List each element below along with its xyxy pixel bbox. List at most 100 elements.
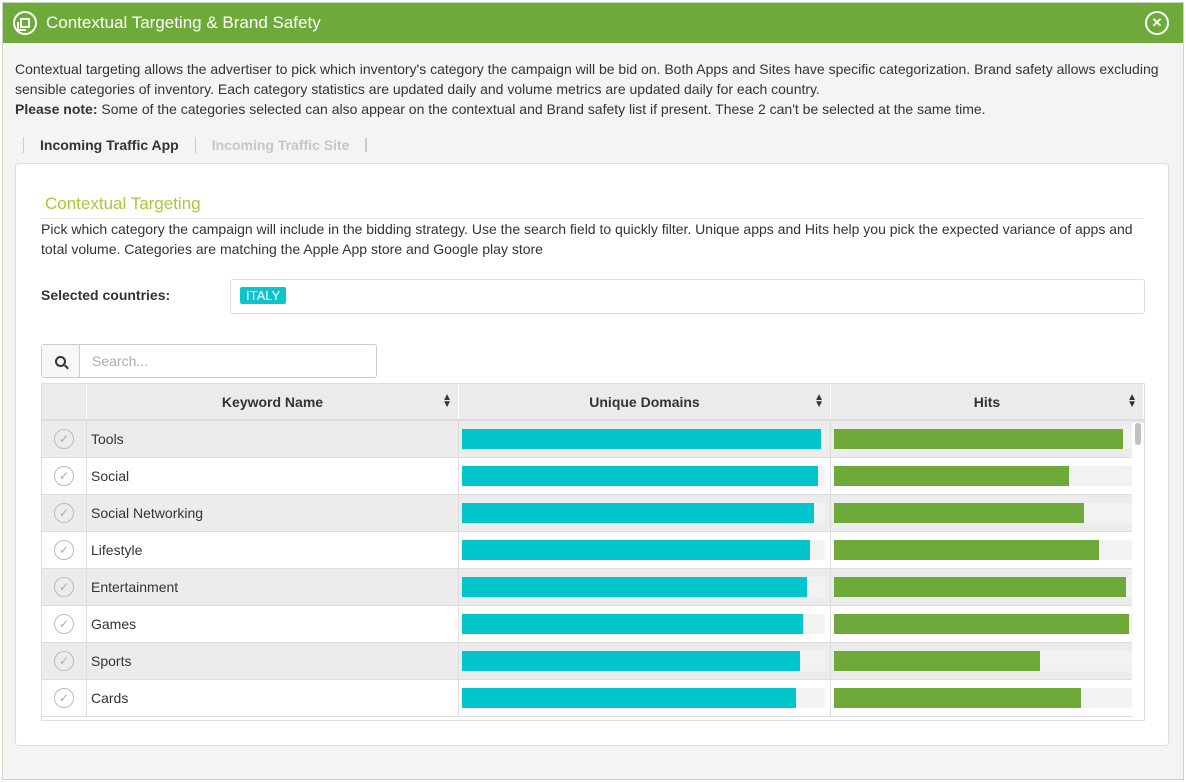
unique-domains-bar-track (462, 503, 825, 523)
keyword-name-cell: Entertainment (87, 569, 459, 605)
unique-domains-bar (462, 429, 822, 449)
unique-domains-cell (459, 495, 831, 531)
unique-domains-cell (459, 643, 831, 679)
keyword-name-cell: Sports (87, 643, 459, 679)
panel-title: Contextual Targeting & Brand Safety (46, 13, 321, 32)
table-body: ✓ Tools ✓ Social ✓ Social Networking ✓ Lifestyl… (42, 421, 1144, 717)
table-row[interactable]: ✓ Sports (42, 643, 1144, 680)
hits-bar (834, 540, 1100, 560)
unique-domains-bar-track (462, 429, 825, 449)
unique-domains-bar (462, 577, 807, 597)
unique-domains-cell (459, 421, 831, 457)
hits-bar (834, 651, 1040, 671)
table-row[interactable]: ✓ Social (42, 458, 1144, 495)
panel-header: Contextual Targeting & Brand Safety ✕ (3, 3, 1183, 43)
hits-bar-track (834, 651, 1132, 671)
unique-domains-cell (459, 680, 831, 716)
hits-bar (834, 614, 1130, 634)
table-scrollbar[interactable] (1132, 423, 1144, 720)
check-circle-icon[interactable]: ✓ (54, 429, 74, 449)
column-label: Hits (973, 393, 1001, 410)
select-cell[interactable]: ✓ (42, 643, 87, 679)
check-circle-icon[interactable]: ✓ (54, 466, 74, 486)
hits-bar (834, 688, 1082, 708)
keyword-name-cell: Tools (87, 421, 459, 457)
select-cell[interactable]: ✓ (42, 421, 87, 457)
sort-icon[interactable]: ▲ ▼ (814, 393, 824, 410)
unique-domains-bar (462, 688, 796, 708)
contextual-targeting-card: Contextual Targeting Pick which category… (15, 163, 1169, 746)
hits-cell (831, 606, 1144, 642)
hits-bar-track (834, 466, 1132, 486)
select-cell[interactable]: ✓ (42, 458, 87, 494)
hits-bar-track (834, 429, 1132, 449)
column-unique-domains[interactable]: Unique Domains ▲ ▼ (459, 384, 831, 419)
unique-domains-bar (462, 614, 804, 634)
hits-cell (831, 495, 1144, 531)
tab-incoming-traffic-app[interactable]: Incoming Traffic App (23, 137, 195, 153)
selected-countries-field[interactable]: ITALY (230, 279, 1145, 314)
collapse-icon[interactable]: ✕ (1145, 11, 1169, 35)
unique-domains-bar (462, 503, 815, 523)
unique-domains-bar-track (462, 540, 825, 560)
country-chip-italy[interactable]: ITALY (240, 287, 287, 304)
unique-domains-cell (459, 458, 831, 494)
hits-bar (834, 577, 1127, 597)
contextual-targeting-panel: Contextual Targeting & Brand Safety ✕ Co… (2, 2, 1184, 780)
hits-bar-track (834, 577, 1132, 597)
keyword-name-cell: Social Networking (87, 495, 459, 531)
unique-domains-bar (462, 540, 811, 560)
select-cell[interactable]: ✓ (42, 569, 87, 605)
keyword-table: Keyword Name ▲ ▼ Unique Domains ▲ ▼ Hits ▲… (41, 383, 1145, 721)
hits-cell (831, 680, 1144, 716)
unique-domains-cell (459, 569, 831, 605)
column-label: Keyword Name (221, 393, 324, 410)
column-keyword-name[interactable]: Keyword Name ▲ ▼ (87, 384, 459, 419)
check-circle-icon[interactable]: ✓ (54, 688, 74, 708)
sort-icon[interactable]: ▲ ▼ (1127, 393, 1137, 410)
tab-incoming-traffic-site[interactable]: Incoming Traffic Site (194, 137, 366, 153)
table-row[interactable]: ✓ Lifestyle (42, 532, 1144, 569)
hits-bar (834, 503, 1085, 523)
keyword-name-cell: Lifestyle (87, 532, 459, 568)
hits-bar-track (834, 503, 1132, 523)
table-header: Keyword Name ▲ ▼ Unique Domains ▲ ▼ Hits ▲… (42, 384, 1144, 421)
table-row[interactable]: ✓ Social Networking (42, 495, 1144, 532)
intro-text: Contextual targeting allows the advertis… (3, 43, 1183, 119)
section-title: Contextual Targeting (45, 194, 201, 213)
keyword-name-cell: Cards (87, 680, 459, 716)
column-label: Unique Domains (589, 393, 700, 410)
table-row[interactable]: ✓ Cards (42, 680, 1144, 717)
tab-divider (365, 138, 368, 152)
unique-domains-bar-track (462, 688, 825, 708)
select-cell[interactable]: ✓ (42, 606, 87, 642)
column-hits[interactable]: Hits ▲ ▼ (831, 384, 1144, 419)
hits-bar (834, 466, 1070, 486)
check-circle-icon[interactable]: ✓ (54, 614, 74, 634)
sort-icon[interactable]: ▲ ▼ (442, 393, 452, 410)
unique-domains-bar-track (462, 577, 825, 597)
check-circle-icon[interactable]: ✓ (54, 503, 74, 523)
table-row[interactable]: ✓ Tools (42, 421, 1144, 458)
hits-bar-track (834, 614, 1132, 634)
check-circle-icon[interactable]: ✓ (54, 577, 74, 597)
select-cell[interactable]: ✓ (42, 680, 87, 716)
table-row[interactable]: ✓ Games (42, 606, 1144, 643)
hits-bar-track (834, 688, 1132, 708)
keyword-name-cell: Social (87, 458, 459, 494)
section-description: Pick which category the campaign will in… (41, 221, 1133, 257)
search-icon[interactable] (42, 345, 80, 377)
check-circle-icon[interactable]: ✓ (54, 540, 74, 560)
hits-cell (831, 458, 1144, 494)
select-cell[interactable]: ✓ (42, 532, 87, 568)
search-input[interactable] (80, 345, 376, 377)
select-cell[interactable]: ✓ (42, 495, 87, 531)
table-row[interactable]: ✓ Entertainment (42, 569, 1144, 606)
unique-domains-bar-track (462, 466, 825, 486)
select-column-header (42, 384, 87, 419)
check-circle-icon[interactable]: ✓ (54, 651, 74, 671)
unique-domains-bar-track (462, 651, 825, 671)
scrollbar-thumb[interactable] (1135, 423, 1141, 445)
unique-domains-cell (459, 606, 831, 642)
traffic-tabs: Incoming Traffic App Incoming Traffic Si… (23, 133, 1183, 157)
